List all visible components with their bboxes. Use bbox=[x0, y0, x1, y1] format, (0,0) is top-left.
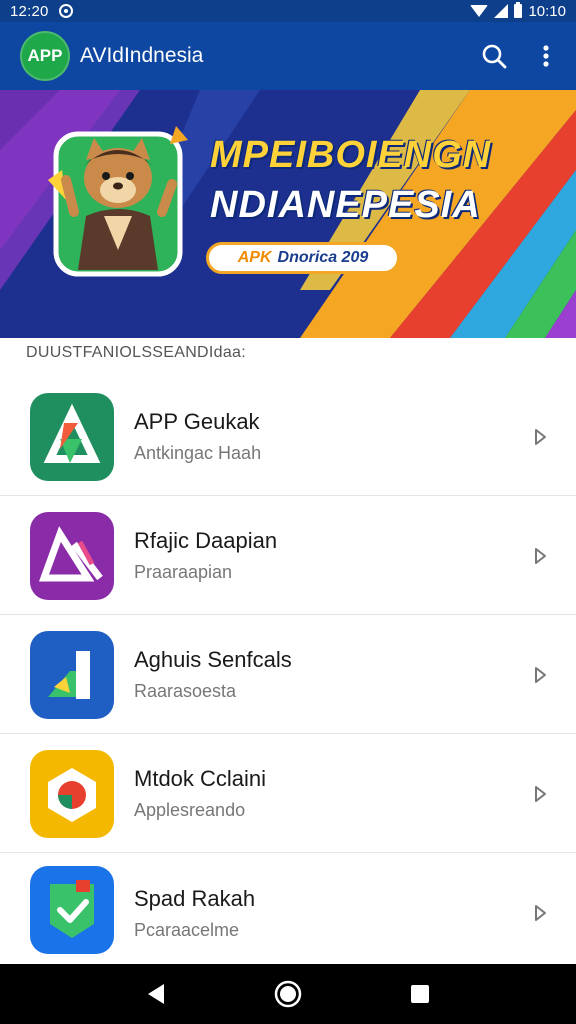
list-item-text: Spad Rakah Pcaraacelme bbox=[134, 886, 255, 941]
banner-pill-label-1: APK bbox=[237, 249, 272, 266]
list-item-subtitle: Antkingac Haah bbox=[134, 443, 262, 463]
status-time: 12:20 bbox=[10, 2, 49, 20]
banner-pill-label-2: Dnorica 209 bbox=[277, 249, 369, 266]
section-heading: DUUSTFANIOLSSEANDIdaa: bbox=[26, 344, 246, 361]
more-vert-icon bbox=[543, 45, 549, 67]
back-button[interactable] bbox=[134, 972, 178, 1016]
chevron-right-icon bbox=[535, 785, 546, 802]
list-item-title: Rfajic Daapian bbox=[134, 528, 278, 553]
app-logo[interactable]: APP bbox=[20, 31, 70, 81]
chevron-right-icon bbox=[535, 905, 546, 921]
home-button[interactable] bbox=[266, 972, 310, 1016]
list-item[interactable]: Spad Rakah Pcaraacelme bbox=[0, 854, 576, 972]
list-item[interactable]: Mtdok Cclaini Applesreando bbox=[0, 735, 576, 853]
list-item[interactable]: APP Geukak Antkingac Haah bbox=[0, 378, 576, 496]
rfajic-daapian-icon bbox=[30, 512, 114, 600]
list-item-text: Aghuis Senfcals Raarasoesta bbox=[134, 647, 292, 702]
list-item-text: Mtdok Cclaini Applesreando bbox=[134, 766, 266, 821]
battery-icon bbox=[514, 2, 523, 18]
list-item-subtitle: Applesreando bbox=[134, 800, 246, 820]
banner-title-line-1: MPEIBOIENGN bbox=[210, 134, 492, 176]
list-item-subtitle: Pcaraacelme bbox=[134, 919, 240, 940]
app-bar: APP AVIdIndnesia bbox=[0, 22, 576, 90]
list-item-title: Mtdok Cclaini bbox=[134, 766, 267, 791]
system-nav-bar bbox=[0, 964, 576, 1024]
signal-icon bbox=[494, 4, 509, 18]
banner-pill: APK Dnorica 209 bbox=[206, 242, 400, 274]
list-item-subtitle: Raarasoesta bbox=[134, 681, 237, 701]
search-icon bbox=[482, 44, 507, 69]
mtdok-cclaini-icon bbox=[30, 750, 114, 838]
notification-icon bbox=[58, 4, 73, 18]
app-root: 12:20 10:10 APP AVIdIndnesia MPEIBOIENGN… bbox=[0, 0, 576, 1024]
list-item-title: Aghuis Senfcals bbox=[134, 647, 292, 672]
app-bar-actions bbox=[478, 40, 562, 72]
promo-banner[interactable]: MPEIBOIENGN NDIANEPESIA APK Dnorica 209 bbox=[0, 90, 576, 338]
more-options-button[interactable] bbox=[530, 40, 562, 72]
chevron-right-icon bbox=[535, 547, 546, 564]
search-button[interactable] bbox=[478, 40, 510, 72]
mascot-illustration bbox=[48, 126, 188, 277]
app-title: AVIdIndnesia bbox=[80, 44, 204, 67]
aghuis-senfcals-icon bbox=[30, 631, 114, 719]
spad-rakah-icon bbox=[30, 866, 114, 954]
status-clock: 10:10 bbox=[528, 2, 566, 20]
chevron-right-icon bbox=[535, 666, 546, 683]
chevron-right-icon bbox=[535, 428, 546, 445]
app-geukak-icon bbox=[30, 393, 114, 481]
recents-icon bbox=[411, 985, 429, 1003]
status-icons: 10:10 bbox=[470, 2, 566, 20]
wifi-icon bbox=[470, 5, 489, 17]
list-item-text: APP Geukak Antkingac Haah bbox=[134, 409, 261, 464]
home-icon bbox=[274, 980, 302, 1008]
list-item-title: Spad Rakah bbox=[134, 885, 256, 911]
list-item-text: Rfajic Daapian Praaraapian bbox=[134, 528, 277, 583]
list-item[interactable]: Rfajic Daapian Praaraapian bbox=[0, 497, 576, 615]
back-icon bbox=[148, 984, 164, 1004]
status-bar: 12:20 10:10 bbox=[0, 0, 576, 22]
app-logo-text: APP bbox=[27, 46, 63, 65]
list-item-title: APP Geukak bbox=[134, 409, 260, 434]
recents-button[interactable] bbox=[398, 972, 442, 1016]
list-item[interactable]: Aghuis Senfcals Raarasoesta bbox=[0, 616, 576, 734]
list-item-subtitle: Praaraapian bbox=[134, 562, 233, 582]
banner-title-line-2: NDIANEPESIA bbox=[210, 184, 481, 226]
